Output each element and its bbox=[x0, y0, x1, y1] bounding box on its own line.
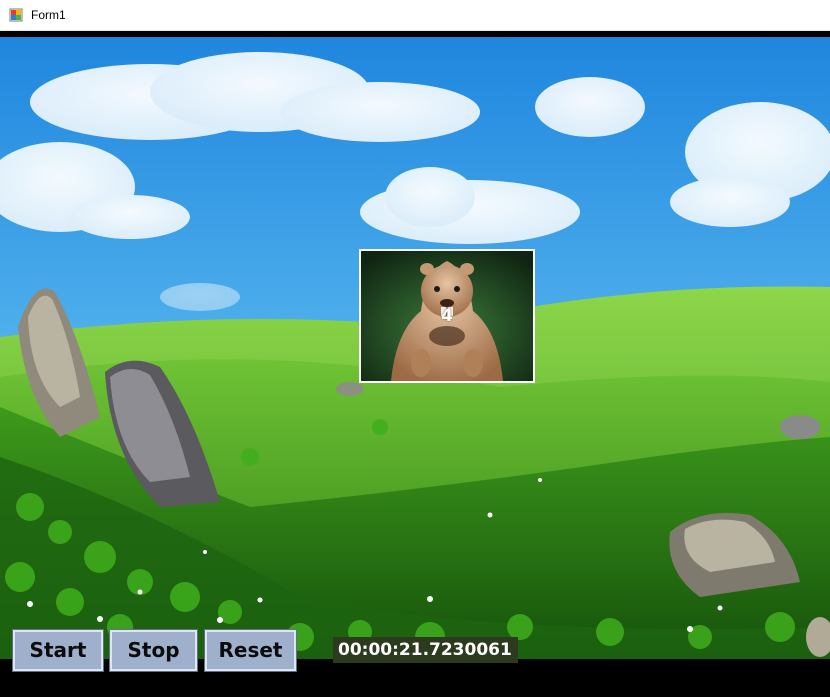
window-title: Form1 bbox=[31, 8, 66, 22]
mole-number-label: 4 bbox=[441, 306, 453, 326]
elapsed-timer: 00:00:21.7230061 bbox=[333, 637, 518, 663]
form-app-icon bbox=[9, 8, 23, 22]
reset-button[interactable]: Reset bbox=[204, 629, 297, 672]
stop-button[interactable]: Stop bbox=[109, 629, 198, 672]
title-bar: Form1 bbox=[0, 0, 830, 31]
mole-target[interactable]: 4 bbox=[359, 249, 535, 383]
start-button[interactable]: Start bbox=[12, 629, 104, 672]
